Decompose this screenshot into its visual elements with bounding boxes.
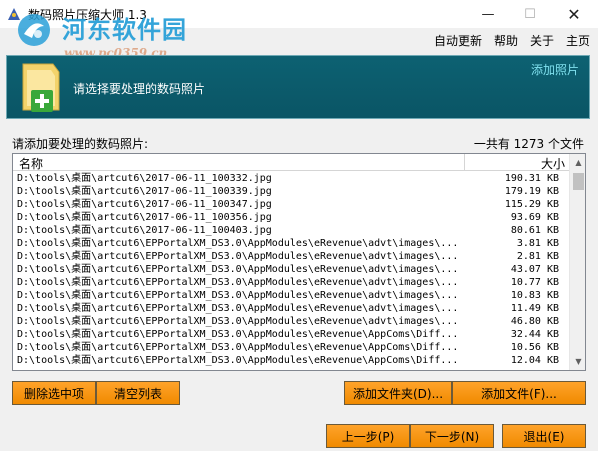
file-size-cell: 11.49 KB xyxy=(510,303,559,314)
file-path-cell: D:\tools\桌面\artcut6\2017-06-11_100356.jp… xyxy=(17,212,272,223)
table-row[interactable]: D:\tools\桌面\artcut6\EPPortalXM_DS3.0\App… xyxy=(13,341,569,354)
file-size-cell: 32.44 KB xyxy=(510,329,559,340)
add-folder-button[interactable]: 添加文件夹(D)... xyxy=(344,381,452,405)
table-row[interactable]: D:\tools\桌面\artcut6\2017-06-11_100356.jp… xyxy=(13,211,569,224)
table-row[interactable]: D:\tools\桌面\artcut6\EPPortalXM_DS3.0\App… xyxy=(13,263,569,276)
file-size-cell: 10.83 KB xyxy=(510,290,559,301)
table-row[interactable]: D:\tools\桌面\artcut6\EPPortalXM_DS3.0\App… xyxy=(13,315,569,328)
file-size-cell: 43.07 KB xyxy=(510,264,559,275)
file-path-cell: D:\tools\桌面\artcut6\EPPortalXM_DS3.0\App… xyxy=(17,303,459,314)
table-row[interactable]: D:\tools\桌面\artcut6\EPPortalXM_DS3.0\App… xyxy=(13,328,569,341)
file-path-cell: D:\tools\桌面\artcut6\EPPortalXM_DS3.0\App… xyxy=(17,290,459,301)
column-header-size[interactable]: 大小 xyxy=(464,154,569,171)
table-row[interactable]: D:\tools\桌面\artcut6\EPPortalXM_DS3.0\App… xyxy=(13,289,569,302)
close-button[interactable]: ✕ xyxy=(552,0,596,28)
file-size-cell: 115.29 KB xyxy=(504,199,559,210)
file-size-cell: 2.81 KB xyxy=(516,251,559,262)
menu-item-help[interactable]: 帮助 xyxy=(494,32,518,50)
file-path-cell: D:\tools\桌面\artcut6\EPPortalXM_DS3.0\App… xyxy=(17,329,459,340)
table-row[interactable]: D:\tools\桌面\artcut6\2017-06-11_100403.jp… xyxy=(13,224,569,237)
file-count: 一共有 1273 个文件 xyxy=(473,137,584,151)
watermark-logo-icon xyxy=(18,14,50,46)
file-size-cell: 190.31 KB xyxy=(504,173,559,184)
file-path-cell: D:\tools\桌面\artcut6\EPPortalXM_DS3.0\App… xyxy=(17,251,459,262)
file-size-cell: 93.69 KB xyxy=(510,212,559,223)
file-path-cell: D:\tools\桌面\artcut6\EPPortalXM_DS3.0\App… xyxy=(17,342,459,353)
file-path-cell: D:\tools\桌面\artcut6\EPPortalXM_DS3.0\App… xyxy=(17,238,459,249)
add-photo-link[interactable]: 添加照片 xyxy=(531,61,579,78)
exit-button[interactable]: 退出(E) xyxy=(502,424,586,448)
scroll-down-arrow-icon[interactable]: ▼ xyxy=(570,353,585,370)
file-path-cell: D:\tools\桌面\artcut6\2017-06-11_100339.jp… xyxy=(17,186,272,197)
file-size-cell: 12.04 KB xyxy=(510,355,559,366)
table-row[interactable]: D:\tools\桌面\artcut6\EPPortalXM_DS3.0\App… xyxy=(13,237,569,250)
table-row[interactable]: D:\tools\桌面\artcut6\2017-06-11_100339.jp… xyxy=(13,185,569,198)
next-step-button[interactable]: 下一步(N) xyxy=(410,424,494,448)
menu-item-homepage[interactable]: 主页 xyxy=(566,32,590,50)
previous-step-button[interactable]: 上一步(P) xyxy=(326,424,410,448)
clear-list-button[interactable]: 清空列表 xyxy=(96,381,180,405)
file-size-cell: 179.19 KB xyxy=(504,186,559,197)
add-file-button[interactable]: 添加文件(F)... xyxy=(452,381,586,405)
menu-item-about[interactable]: 关于 xyxy=(530,32,554,50)
file-size-cell: 46.80 KB xyxy=(510,316,559,327)
watermark-title: 河东软件园 xyxy=(62,15,187,44)
file-list[interactable]: 名称 大小 D:\tools\桌面\artcut6\2017-06-11_100… xyxy=(12,153,586,371)
file-rows: D:\tools\桌面\artcut6\2017-06-11_100332.jp… xyxy=(13,172,569,367)
file-path-cell: D:\tools\桌面\artcut6\EPPortalXM_DS3.0\App… xyxy=(17,316,459,327)
table-row[interactable]: D:\tools\桌面\artcut6\2017-06-11_100332.jp… xyxy=(13,172,569,185)
menu-item-auto-update[interactable]: 自动更新 xyxy=(434,32,482,50)
file-path-cell: D:\tools\桌面\artcut6\2017-06-11_100403.jp… xyxy=(17,225,272,236)
delete-selected-button[interactable]: 删除选中项 xyxy=(12,381,96,405)
file-path-cell: D:\tools\桌面\artcut6\EPPortalXM_DS3.0\App… xyxy=(17,355,459,366)
scroll-up-arrow-icon[interactable]: ▲ xyxy=(570,154,585,171)
file-size-cell: 80.61 KB xyxy=(510,225,559,236)
list-header: 名称 大小 xyxy=(13,154,569,171)
file-size-cell: 10.77 KB xyxy=(510,277,559,288)
table-row[interactable]: D:\tools\桌面\artcut6\2017-06-11_100347.jp… xyxy=(13,198,569,211)
file-path-cell: D:\tools\桌面\artcut6\2017-06-11_100332.jp… xyxy=(17,173,272,184)
file-path-cell: D:\tools\桌面\artcut6\EPPortalXM_DS3.0\App… xyxy=(17,264,459,275)
table-row[interactable]: D:\tools\桌面\artcut6\EPPortalXM_DS3.0\App… xyxy=(13,354,569,367)
table-row[interactable]: D:\tools\桌面\artcut6\EPPortalXM_DS3.0\App… xyxy=(13,276,569,289)
file-size-cell: 3.81 KB xyxy=(516,238,559,249)
banner-instruction: 请选择要处理的数码照片 xyxy=(73,82,206,96)
list-label: 请添加要处理的数码照片: xyxy=(12,137,149,151)
table-row[interactable]: D:\tools\桌面\artcut6\EPPortalXM_DS3.0\App… xyxy=(13,302,569,315)
vertical-scrollbar[interactable]: ▲ ▼ xyxy=(569,154,585,370)
file-path-cell: D:\tools\桌面\artcut6\2017-06-11_100347.jp… xyxy=(17,199,272,210)
add-photo-folder-icon xyxy=(22,63,60,112)
menu-bar: 自动更新 帮助 关于 主页 xyxy=(434,32,590,50)
file-size-cell: 10.56 KB xyxy=(510,342,559,353)
maximize-button[interactable]: ☐ xyxy=(508,0,552,28)
column-header-name[interactable]: 名称 xyxy=(19,155,43,172)
minimize-button[interactable]: — xyxy=(466,0,510,28)
step-banner: 请选择要处理的数码照片 添加照片 xyxy=(6,55,590,119)
table-row[interactable]: D:\tools\桌面\artcut6\EPPortalXM_DS3.0\App… xyxy=(13,250,569,263)
file-path-cell: D:\tools\桌面\artcut6\EPPortalXM_DS3.0\App… xyxy=(17,277,459,288)
scroll-thumb[interactable] xyxy=(573,173,584,190)
